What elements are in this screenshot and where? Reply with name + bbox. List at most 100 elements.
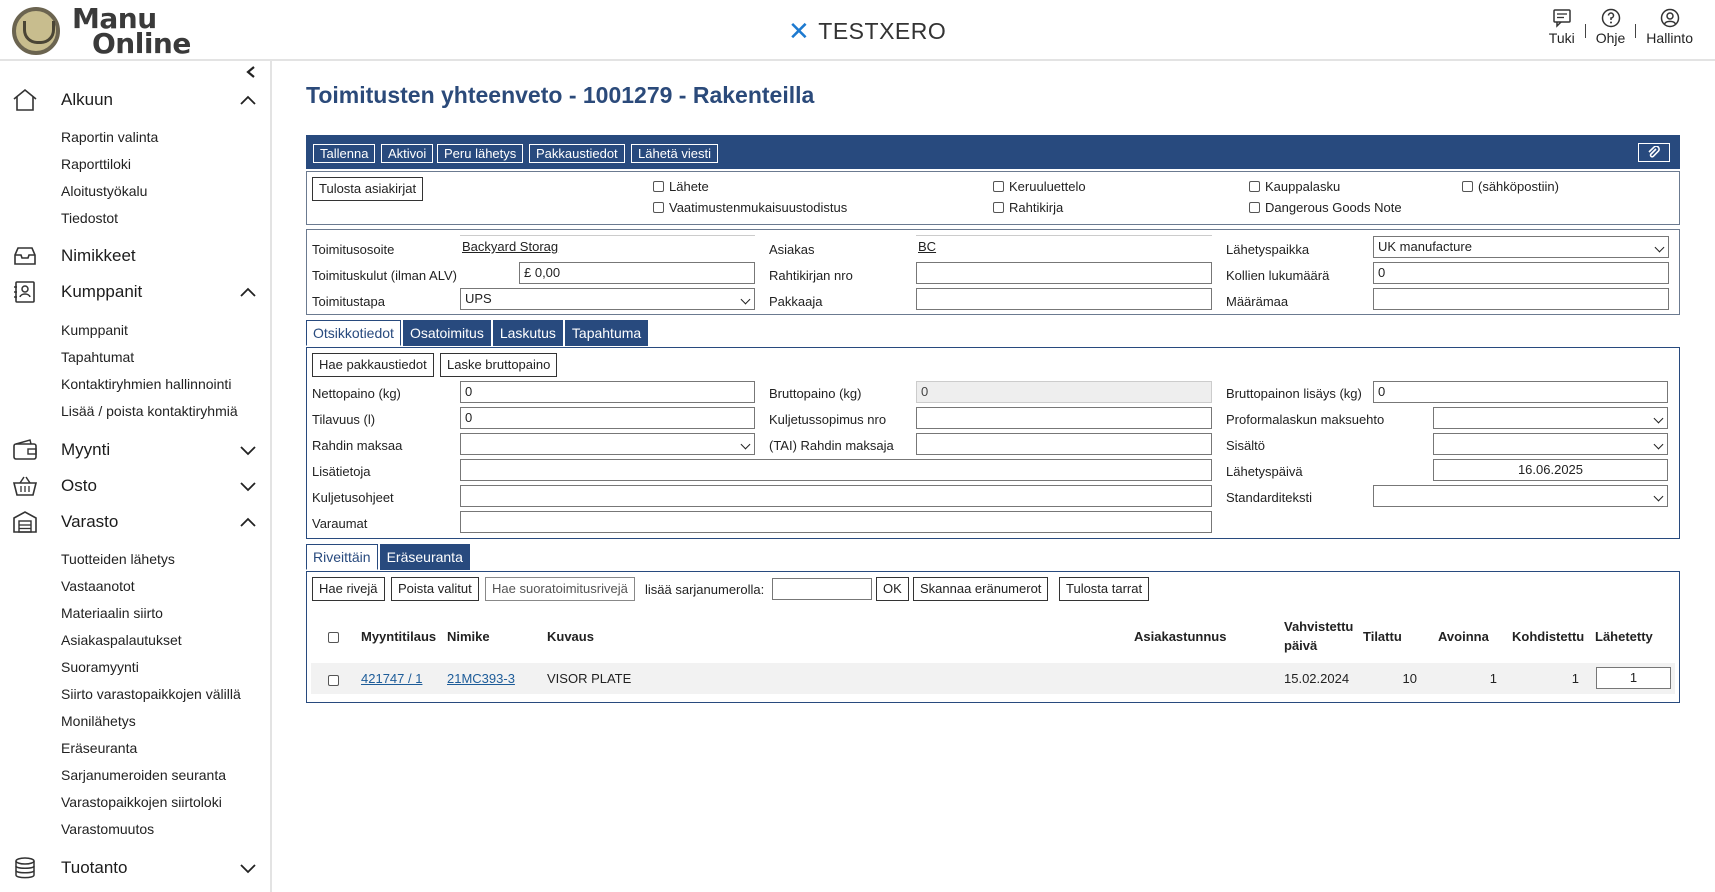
sidebar-section-myynti[interactable]: Myynti: [0, 435, 270, 465]
col-avoinna[interactable]: Avoinna: [1438, 629, 1489, 644]
paperclip-icon[interactable]: [1638, 143, 1670, 162]
tab-otsikkotiedot[interactable]: Otsikkotiedot: [306, 320, 401, 346]
checkbox-box[interactable]: [1249, 181, 1260, 192]
sidebar-item-tapahtumat[interactable]: Tapahtumat: [61, 349, 134, 365]
sidebar-item-lisaa-poista-kontaktiryhmia[interactable]: Lisää / poista kontaktiryhmiä: [61, 403, 238, 419]
sidebar-section-alkuun[interactable]: Alkuun: [0, 85, 270, 115]
nimike-link[interactable]: 21MC393-3: [447, 671, 515, 686]
myyntitilaus-link[interactable]: 421747 / 1: [361, 671, 422, 686]
sidebar-item-kontaktiryhmien-hallinnointi[interactable]: Kontaktiryhmien hallinnointi: [61, 376, 231, 392]
sidebar-item-monilahetys[interactable]: Monilähetys: [61, 713, 136, 729]
hae-riveja-button[interactable]: Hae rivejä: [312, 577, 385, 601]
col-asiakastunnus[interactable]: Asiakastunnus: [1134, 629, 1226, 644]
sidebar-item-asiakaspalautukset[interactable]: Asiakaspalautukset: [61, 632, 182, 648]
checkbox-box[interactable]: [1462, 181, 1473, 192]
chevron-up-icon[interactable]: [238, 90, 258, 110]
sidebar-section-varasto[interactable]: Varasto: [0, 507, 270, 537]
tilavuus-input[interactable]: 0: [460, 407, 755, 429]
checkbox-box[interactable]: [993, 181, 1004, 192]
kuljetussopimus-input[interactable]: [916, 407, 1212, 429]
sidebar-item-tuotteiden-lahetys[interactable]: Tuotteiden lähetys: [61, 551, 175, 567]
rahtikirja-checkbox[interactable]: Rahtikirja: [993, 200, 1063, 215]
lahetyspaikka-select[interactable]: UK manufacture: [1373, 236, 1669, 258]
chevron-down-icon[interactable]: [238, 440, 258, 460]
vaatimustenmukaisuustodistus-checkbox[interactable]: Vaatimustenmukaisuustodistus: [653, 200, 847, 215]
checkbox-box[interactable]: [328, 632, 339, 643]
varaumat-input[interactable]: [460, 511, 1212, 533]
sidebar-section-tuotanto[interactable]: Tuotanto: [0, 853, 270, 883]
sidebar-item-vastaanotot[interactable]: Vastaanotot: [61, 578, 135, 594]
tab-laskutus[interactable]: Laskutus: [492, 320, 563, 346]
sidebar-item-varastomuutos[interactable]: Varastomuutos: [61, 821, 154, 837]
lahetyspaiva-input[interactable]: 16.06.2025: [1433, 459, 1668, 481]
sidebar-item-eraseuranta[interactable]: Eräseuranta: [61, 740, 137, 756]
proformalaskun-maksuehto-select[interactable]: [1433, 407, 1668, 429]
sisalto-select[interactable]: [1433, 433, 1668, 455]
sahkopostiin-checkbox[interactable]: (sähköpostiin): [1462, 179, 1559, 194]
nettopaino-input[interactable]: 0: [460, 381, 755, 403]
sidebar-item-raporttiloki[interactable]: Raporttiloki: [61, 156, 131, 172]
col-myyntitilaus[interactable]: Myyntitilaus: [361, 629, 436, 644]
sidebar-section-kumppanit[interactable]: Kumppanit: [0, 277, 270, 307]
sidebar-item-tiedostot[interactable]: Tiedostot: [61, 210, 118, 226]
hae-pakkaustiedot-button[interactable]: Hae pakkaustiedot: [312, 353, 434, 377]
hae-suoratoimitusriveja-button[interactable]: Hae suoratoimitusrivejä: [485, 577, 635, 601]
asiakas-link[interactable]: BC: [918, 239, 937, 254]
hallinto-link[interactable]: Hallinto: [1636, 8, 1703, 46]
checkbox-box[interactable]: [993, 202, 1004, 213]
tai-rahdin-maksaja-input[interactable]: [916, 433, 1212, 455]
col-lahetetty[interactable]: Lähetetty: [1595, 629, 1653, 644]
pakkaaja-input[interactable]: [916, 288, 1212, 310]
col-kuvaus[interactable]: Kuvaus: [547, 629, 594, 644]
tab-osatoimitus[interactable]: Osatoimitus: [402, 320, 491, 346]
sidebar-item-suoramyynti[interactable]: Suoramyynti: [61, 659, 139, 675]
rahdin-maksaa-select[interactable]: [460, 433, 755, 455]
col-kohdistettu[interactable]: Kohdistettu: [1512, 629, 1584, 644]
tulosta-tarrat-button[interactable]: Tulosta tarrat: [1059, 577, 1150, 601]
chevron-down-icon[interactable]: [238, 858, 258, 878]
tuki-link[interactable]: Tuki: [1539, 8, 1585, 46]
tab-riveittain[interactable]: Riveittäin: [306, 544, 378, 570]
pakkaustiedot-button[interactable]: Pakkaustiedot: [529, 144, 625, 163]
sidebar-item-varastopaikkojen-siirtoloki[interactable]: Varastopaikkojen siirtoloki: [61, 794, 222, 810]
kuljetusohjeet-input[interactable]: [460, 485, 1212, 507]
col-tilattu[interactable]: Tilattu: [1363, 629, 1402, 644]
manu-online-logo[interactable]: Manu Online: [12, 5, 191, 58]
sidebar-item-sarjanumeroiden-seuranta[interactable]: Sarjanumeroiden seuranta: [61, 767, 226, 783]
toimitustapa-select[interactable]: UPS: [460, 288, 755, 310]
sidebar-item-aloitustyokalu[interactable]: Aloitustyökalu: [61, 183, 147, 199]
col-vahvistettu[interactable]: Vahvistettu: [1284, 619, 1353, 634]
lisatietoja-input[interactable]: [460, 459, 1212, 481]
chevron-up-icon[interactable]: [238, 512, 258, 532]
checkbox-box[interactable]: [653, 181, 664, 192]
ok-button[interactable]: OK: [876, 577, 909, 601]
row-checkbox[interactable]: [328, 675, 344, 686]
kauppalasku-checkbox[interactable]: Kauppalasku: [1249, 179, 1340, 194]
sidebar-item-raportin-valinta[interactable]: Raportin valinta: [61, 129, 158, 145]
bruttopainon-lisays-input[interactable]: 0: [1373, 381, 1668, 403]
rahtikirjan-nro-input[interactable]: [916, 262, 1212, 284]
laske-bruttopaino-button[interactable]: Laske bruttopaino: [440, 353, 558, 377]
laheta-viesti-button[interactable]: Lähetä viesti: [631, 144, 718, 163]
sidebar-item-materiaalin-siirto[interactable]: Materiaalin siirto: [61, 605, 163, 621]
maaramaa-input[interactable]: [1373, 288, 1669, 310]
checkbox-box[interactable]: [1249, 202, 1260, 213]
keruuluettelo-checkbox[interactable]: Keruuluettelo: [993, 179, 1086, 194]
ohje-link[interactable]: Ohje: [1586, 8, 1636, 46]
sidebar-section-osto[interactable]: Osto: [0, 471, 270, 501]
sidebar-section-nimikkeet[interactable]: Nimikkeet: [0, 241, 270, 271]
tab-eraseuranta[interactable]: Eräseuranta: [379, 544, 470, 570]
sidebar-item-siirto-varastopaikkojen-valilla[interactable]: Siirto varastopaikkojen välillä: [61, 686, 241, 702]
aktivoi-button[interactable]: Aktivoi: [381, 144, 434, 163]
select-all-checkbox[interactable]: [328, 632, 344, 643]
toimitusosoite-link[interactable]: Backyard Storag: [462, 239, 559, 254]
dangerous-goods-note-checkbox[interactable]: Dangerous Goods Note: [1249, 200, 1402, 215]
chevron-up-icon[interactable]: [238, 282, 258, 302]
collapse-sidebar-icon[interactable]: [246, 65, 256, 81]
checkbox-box[interactable]: [653, 202, 664, 213]
tallenna-button[interactable]: Tallenna: [313, 144, 376, 163]
tulosta-asiakirjat-button[interactable]: Tulosta asiakirjat: [312, 177, 424, 201]
kollien-lukumaara-input[interactable]: 0: [1373, 262, 1669, 284]
sidebar-item-kumppanit[interactable]: Kumppanit: [61, 322, 128, 338]
col-nimike[interactable]: Nimike: [447, 629, 490, 644]
